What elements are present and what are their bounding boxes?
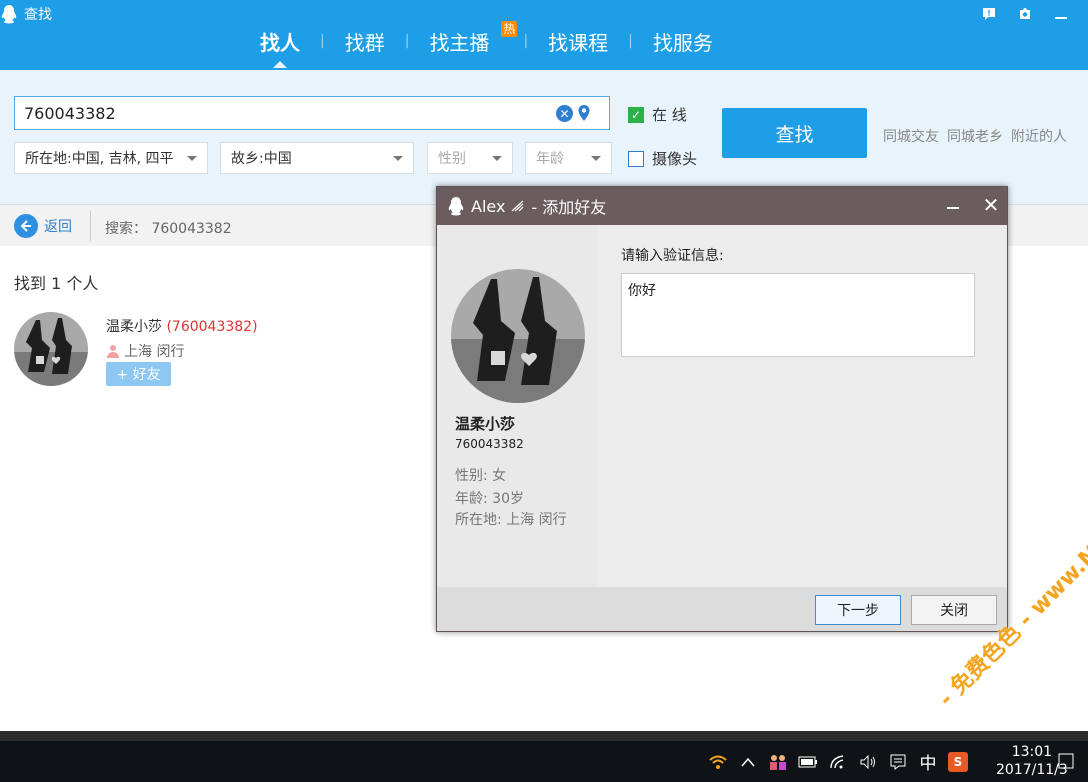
verify-message-input[interactable]: 你好 [621, 273, 975, 357]
tab-find-courses[interactable]: 找课程 [528, 27, 628, 56]
main-tabs: 找人 | 找群 | 找主播 热 | 找课程 | 找服务 [240, 20, 733, 68]
action-center-icon[interactable] [888, 752, 908, 772]
feedback-icon[interactable] [980, 4, 998, 24]
add-friend-dialog: Alex - 添加好友 ✕ 温柔小莎 760043382 性别: 女 年龄: 3… [436, 186, 1008, 632]
taskbar: 中 S 13:01 2017/11/3 [0, 741, 1088, 782]
minimize-icon[interactable] [945, 197, 961, 213]
tab-find-services[interactable]: 找服务 [633, 27, 733, 56]
profile-age: 年龄: 30岁 [455, 491, 524, 507]
quick-link-same-city[interactable]: 同城交友 [883, 126, 939, 146]
profile-location: 所在地: 上海 闵行 [455, 512, 567, 528]
gender-select[interactable]: 性别 [427, 142, 513, 174]
profile-name: 温柔小莎 [455, 415, 516, 433]
profile-qq-number: 760043382 [455, 437, 524, 451]
quick-link-same-hometown[interactable]: 同城老乡 [947, 126, 1003, 146]
hometown-select[interactable]: 故乡:中国 [220, 142, 414, 174]
dialog-verify-panel: 请输入验证信息: 你好 [597, 225, 1007, 587]
avatar[interactable] [14, 312, 88, 386]
dialog-title-user: Alex [471, 196, 506, 216]
chevron-down-icon [187, 156, 197, 161]
tab-label: 找服务 [652, 30, 713, 55]
search-box: ✕ [14, 96, 610, 130]
female-person-icon [107, 345, 119, 358]
chevron-up-icon[interactable] [738, 752, 758, 772]
back-label: 返回 [44, 219, 72, 235]
tab-label: 找课程 [548, 30, 609, 55]
quick-link-nearby[interactable]: 附近的人 [1011, 126, 1067, 146]
result-count: 找到 1 个人 [14, 274, 99, 293]
result-nickname: 温柔小莎 [106, 319, 162, 335]
tab-label: 找主播 [429, 30, 490, 55]
tab-label: 找群 [344, 30, 385, 55]
system-tray: 中 S [708, 741, 968, 782]
qq-penguin-icon [1, 5, 17, 24]
camera-label: 摄像头 [652, 150, 698, 168]
location-select-value: 所在地:中国, 吉林, 四平 [25, 151, 174, 167]
active-tab-indicator [273, 60, 287, 68]
close-button[interactable]: 关闭 [911, 595, 997, 625]
dialog-title-action: - 添加好友 [531, 198, 607, 217]
location-pin-icon[interactable] [577, 104, 591, 122]
result-qq-number: (760043382) [166, 319, 258, 335]
result-name[interactable]: 温柔小莎 (760043382) [106, 316, 258, 336]
notification-icon[interactable] [1056, 751, 1076, 771]
chevron-down-icon [591, 156, 601, 161]
back-button[interactable]: 返回 [14, 214, 72, 238]
result-location-text: 上海 闵行 [124, 344, 185, 360]
network-icon[interactable] [828, 752, 848, 772]
dialog-title-bar[interactable]: Alex - 添加好友 ✕ [437, 187, 1007, 225]
window-title: 查找 [24, 7, 52, 23]
tab-find-streamers[interactable]: 找主播 热 [409, 20, 523, 56]
volume-icon[interactable] [858, 752, 878, 772]
header-bar: 查找 找人 | 找群 | 找主播 热 | 找课程 | 找服务 [0, 0, 1088, 70]
dialog-profile-panel: 温柔小莎 760043382 性别: 女 年龄: 30岁 所在地: 上海 闵行 [437, 225, 597, 587]
chevron-down-icon [492, 156, 502, 161]
profile-gender: 性别: 女 [455, 468, 507, 484]
search-button[interactable]: 查找 [722, 108, 867, 158]
arrow-left-icon [14, 214, 38, 238]
age-select-placeholder: 年龄 [536, 151, 564, 167]
search-panel: ✕ 所在地:中国, 吉林, 四平 故乡:中国 性别 年龄 ✓ 在 线 摄像头 查… [0, 70, 1088, 204]
wifi-alert-icon[interactable] [708, 752, 728, 772]
gender-select-placeholder: 性别 [438, 151, 466, 167]
divider [90, 211, 91, 241]
online-checkbox[interactable]: ✓ [628, 106, 644, 123]
ime-indicator[interactable]: 中 [918, 752, 938, 774]
location-select[interactable]: 所在地:中国, 吉林, 四平 [14, 142, 208, 174]
sogou-ime-icon[interactable]: S [948, 751, 968, 772]
search-summary: 搜索： 760043382 [105, 218, 232, 238]
taskbar-edge [0, 731, 1088, 741]
verify-label: 请输入验证信息: [621, 248, 724, 264]
search-summary-value: 760043382 [151, 221, 232, 237]
search-summary-prefix: 搜索： [105, 221, 147, 237]
qq-penguin-icon [448, 197, 464, 216]
people-icon[interactable] [768, 752, 788, 772]
clear-icon[interactable]: ✕ [556, 105, 573, 122]
close-icon[interactable]: ✕ [983, 193, 1000, 217]
profile-avatar [451, 269, 585, 403]
quick-links: 同城交友 同城老乡 附近的人 [883, 126, 1067, 146]
minimize-icon[interactable] [1052, 4, 1070, 24]
result-location: 上海 闵行 [106, 341, 184, 361]
battery-icon[interactable] [798, 752, 818, 772]
tab-find-groups[interactable]: 找群 [325, 27, 405, 56]
online-checkbox-row[interactable]: ✓ 在 线 [628, 104, 687, 125]
hometown-select-value: 故乡:中国 [231, 151, 292, 167]
hot-badge: 热 [501, 20, 518, 37]
dialog-footer: 下一步 关闭 [437, 587, 1007, 631]
app-title: 查找 [0, 4, 52, 24]
tab-label: 找人 [260, 30, 300, 55]
search-input[interactable] [24, 103, 544, 123]
online-label: 在 线 [652, 106, 687, 124]
chevron-down-icon [393, 156, 403, 161]
camera-checkbox-row[interactable]: 摄像头 [628, 148, 697, 169]
next-step-button[interactable]: 下一步 [815, 595, 901, 625]
signature-icon [512, 200, 524, 212]
age-select[interactable]: 年龄 [525, 142, 612, 174]
window-controls [980, 4, 1070, 24]
tab-find-people[interactable]: 找人 [240, 27, 320, 68]
add-friend-button[interactable]: + 好友 [106, 362, 171, 386]
camera-checkbox[interactable] [628, 150, 644, 167]
skin-icon[interactable] [1016, 4, 1034, 24]
